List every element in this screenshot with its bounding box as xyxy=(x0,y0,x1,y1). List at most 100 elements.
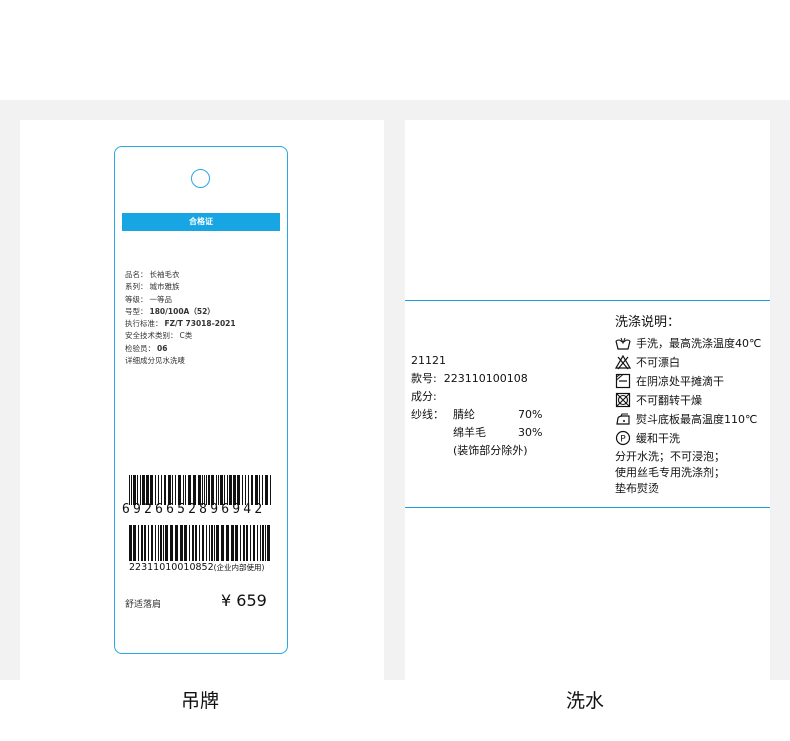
instruction-row: 手洗，最高洗涤温度40℃ xyxy=(615,333,761,352)
barcode-bar xyxy=(188,475,191,505)
barcode-bar xyxy=(224,475,225,505)
barcode-bar xyxy=(209,525,210,561)
note-line: 垫布熨烫 xyxy=(615,482,659,495)
barcode-bar xyxy=(229,475,232,505)
price: ¥ 659 xyxy=(221,591,267,610)
hand-wash-icon xyxy=(615,337,631,350)
barcode-ean xyxy=(129,475,271,505)
barcode-bar xyxy=(235,525,238,561)
info-row: 执行标准： FZ/T 73018-2021 xyxy=(125,319,236,329)
barcode-bar xyxy=(202,525,204,561)
barcode-bar xyxy=(178,475,181,505)
barcode-bar xyxy=(233,475,236,505)
barcode-bar xyxy=(195,525,197,561)
barcode-bar xyxy=(214,525,215,561)
instructions-title: 洗涤说明： xyxy=(615,315,681,330)
barcode-bar xyxy=(218,475,219,505)
barcode-bar xyxy=(158,525,159,561)
barcode-bar xyxy=(208,475,210,505)
barcode-bar xyxy=(175,525,178,561)
no-tumble-dry-icon xyxy=(615,392,631,407)
barcode-bar xyxy=(148,525,149,561)
instruction-row: P 缓和干洗 xyxy=(615,428,761,447)
dry-clean-p-icon: P xyxy=(615,430,631,445)
barcode-bar xyxy=(163,525,164,561)
barcode-bar xyxy=(168,475,171,505)
barcode-bar xyxy=(226,525,229,561)
barcode-bar xyxy=(240,525,241,561)
note-line: 分开水洗；不可浸泡； xyxy=(615,450,725,463)
barcode-bar xyxy=(193,475,196,505)
barcode-bar xyxy=(165,525,168,561)
barcode-bar xyxy=(204,475,205,505)
info-row: 系列： 城市雅族 xyxy=(125,282,180,292)
barcode-bar xyxy=(202,475,203,505)
barcode-bar xyxy=(133,475,136,505)
barcode-bar xyxy=(262,525,264,561)
barcode-bar xyxy=(142,475,145,505)
barcode-bar xyxy=(133,525,136,561)
iron-icon xyxy=(616,412,630,425)
barcode-bar xyxy=(253,525,255,561)
barcode-bar xyxy=(160,525,162,561)
barcode-bar xyxy=(265,475,268,505)
barcode-bar xyxy=(170,525,173,561)
caption-care-label: 洗水 xyxy=(566,690,605,712)
barcode-bar xyxy=(155,525,156,561)
fit-text: 舒适落肩 xyxy=(125,600,162,610)
barcode-bar xyxy=(183,475,184,505)
barcode-bar xyxy=(184,525,187,561)
care-composition: 21121 款号: 223110100108 成分: 纱线： 腈纶 70% 绵羊… xyxy=(411,352,542,460)
info-row: 检验员： 06 xyxy=(125,343,168,353)
barcode-bar xyxy=(206,525,207,561)
barcode-bar xyxy=(158,475,159,505)
svg-text:P: P xyxy=(620,434,626,444)
barcode-bar xyxy=(164,475,166,505)
barcode-bar xyxy=(175,475,176,505)
tag-hole xyxy=(191,169,210,188)
care-instructions: 洗涤说明： 手洗，最高洗涤温度40℃ 不可漂白 在阴凉处平摊滴干 不可翻转干燥 … xyxy=(615,313,761,497)
instruction-row: 不可翻转干燥 xyxy=(615,390,761,409)
barcode-bar xyxy=(231,525,234,561)
hang-tag-panel: 合格证 品名： 长袖毛衣 系列： 城市雅族 等级： 一等品 号型： 180/100A（5… xyxy=(20,120,384,680)
barcode-bar xyxy=(250,525,251,561)
barcode-bar xyxy=(151,525,153,561)
barcode-bar xyxy=(146,475,149,505)
fiber-row: 纱线： 腈纶 70% xyxy=(411,408,543,421)
barcode-bar xyxy=(129,475,130,505)
instruction-row: 熨斗底板最高温度110℃ xyxy=(615,409,761,428)
barcode-bar xyxy=(185,475,186,505)
barcode-bar xyxy=(243,525,245,561)
barcode-bar xyxy=(265,525,266,561)
excluding-row: (装饰部分除外) xyxy=(453,444,528,457)
care-notes: 分开水洗；不可浸泡； 使用丝毛专用洗涤剂； 垫布熨烫 xyxy=(615,449,761,497)
barcode-bar xyxy=(246,525,248,561)
barcode-bar xyxy=(251,475,253,505)
barcode-bar xyxy=(199,525,200,561)
barcode-bar xyxy=(155,475,156,505)
barcode-bar xyxy=(248,475,249,505)
barcode-bar xyxy=(192,525,194,561)
fiber-row: 绵羊毛 30% xyxy=(453,426,543,439)
info-row: 安全技术类别： C类 xyxy=(125,331,193,341)
barcode-bar xyxy=(138,525,139,561)
info-row: 等级： 一等品 xyxy=(125,294,172,304)
barcode-internal xyxy=(129,525,270,561)
barcode-bar xyxy=(140,475,141,505)
barcode-bar xyxy=(137,475,138,505)
product-code: 21121 xyxy=(411,354,446,367)
barcode-bar xyxy=(161,475,162,505)
barcode-bar xyxy=(144,525,146,561)
barcode-bar xyxy=(216,525,219,561)
barcode-bar xyxy=(189,525,190,561)
barcode-bar xyxy=(180,525,183,561)
hang-tag: 合格证 品名： 长袖毛衣 系列： 城市雅族 等级： 一等品 号型： 180/100A（5… xyxy=(114,146,288,654)
barcode-bar xyxy=(211,525,213,561)
composition-label: 成分: xyxy=(411,390,437,403)
instruction-row: 在阴凉处平摊滴干 xyxy=(615,371,761,390)
barcode-bar xyxy=(150,475,153,505)
barcode-internal-text: 22311010010852(企业内部使用) xyxy=(129,562,265,573)
barcode-bar xyxy=(270,475,271,505)
care-label: 21121 款号: 223110100108 成分: 纱线： 腈纶 70% 绵羊… xyxy=(405,300,770,508)
barcode-bar xyxy=(242,475,243,505)
